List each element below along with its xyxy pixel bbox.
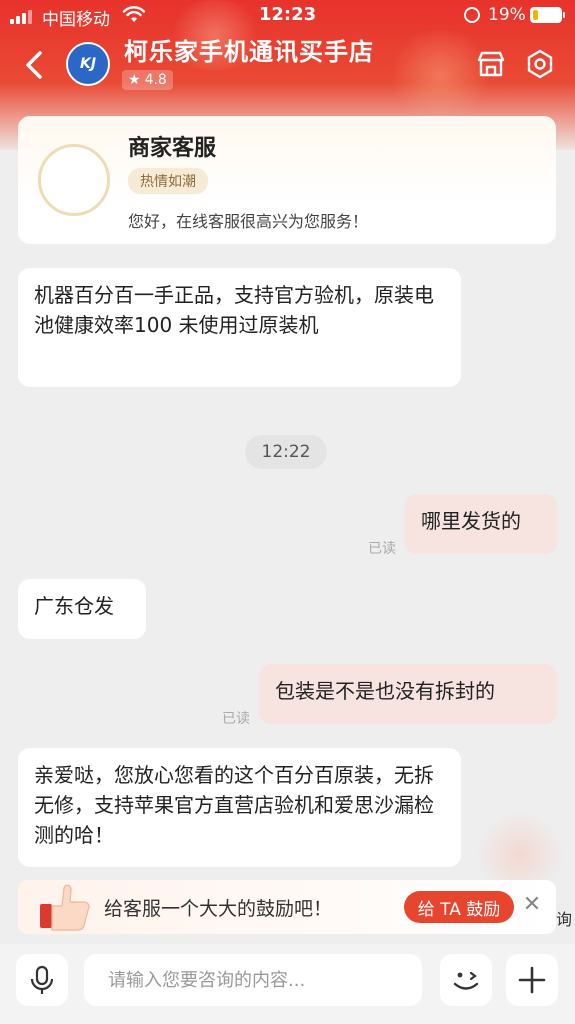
voice-button[interactable] [16,954,68,1006]
message-text: 亲爱哒，您放心您看的这个百分百原装，无拆无修，支持苹果官方直营店验机和爱思沙漏检… [34,763,434,847]
customer-service-card: 商家客服 热情如潮 您好，在线客服很高兴为您服务！ [18,116,556,244]
clipped-text: 询 [556,910,573,929]
star-icon: ★ [128,72,141,88]
encourage-banner: 给客服一个大大的鼓励吧！ 给 TA 鼓励 ✕ [18,880,556,934]
emoji-button[interactable] [440,954,492,1006]
greeting-text: 您好，在线客服很高兴为您服务！ [128,212,369,231]
store-icon[interactable] [475,48,507,80]
message-text: 包装是不是也没有拆封的 [275,679,495,703]
merchant-message[interactable]: 机器百分百一手正品，支持官方验机，原装电池健康效率100 未使用过原装机 [18,268,461,387]
plus-icon [518,966,546,994]
shop-rating: ★ 4.8 [122,70,173,90]
close-icon[interactable]: ✕ [520,893,544,917]
time-divider: 12:22 [245,435,327,469]
shop-name[interactable]: 柯乐家手机通讯买手店 [124,32,374,67]
rating-value: 4.8 [144,72,167,88]
battery-icon [530,7,565,23]
encourage-button[interactable]: 给 TA 鼓励 [404,891,514,923]
message-text: 哪里发货的 [421,509,521,533]
avatar [38,144,110,216]
message-text: 机器百分百一手正品，支持官方验机，原装电池健康效率100 未使用过原装机 [34,283,434,337]
read-status: 已读 [368,541,396,557]
message-input[interactable] [84,954,422,1006]
battery-percent: 19% [488,5,526,25]
more-button[interactable] [506,954,558,1006]
rotation-lock-icon [464,7,480,23]
input-bar [0,944,575,1024]
shop-logo-text: KJ [79,56,97,72]
shop-logo[interactable]: KJ [66,42,110,86]
message-text: 广东仓发 [34,594,114,618]
encourage-text: 给客服一个大大的鼓励吧！ [104,898,333,920]
card-title: 商家客服 [128,136,217,161]
read-status: 已读 [222,711,250,727]
thumbs-up-icon [40,884,90,931]
settings-icon[interactable] [524,48,556,80]
microphone-icon [30,965,54,994]
emoji-icon [453,971,479,990]
user-message[interactable]: 哪里发货的 [405,494,557,554]
status-badge: 热情如潮 [128,168,208,194]
user-message[interactable]: 包装是不是也没有拆封的 [259,664,557,724]
back-icon[interactable] [20,45,50,85]
merchant-message[interactable]: 广东仓发 [18,579,146,639]
status-bar: 中国移动 12:23 19% [0,0,575,30]
merchant-message[interactable]: 亲爱哒，您放心您看的这个百分百原装，无拆无修，支持苹果官方直营店验机和爱思沙漏检… [18,748,461,867]
